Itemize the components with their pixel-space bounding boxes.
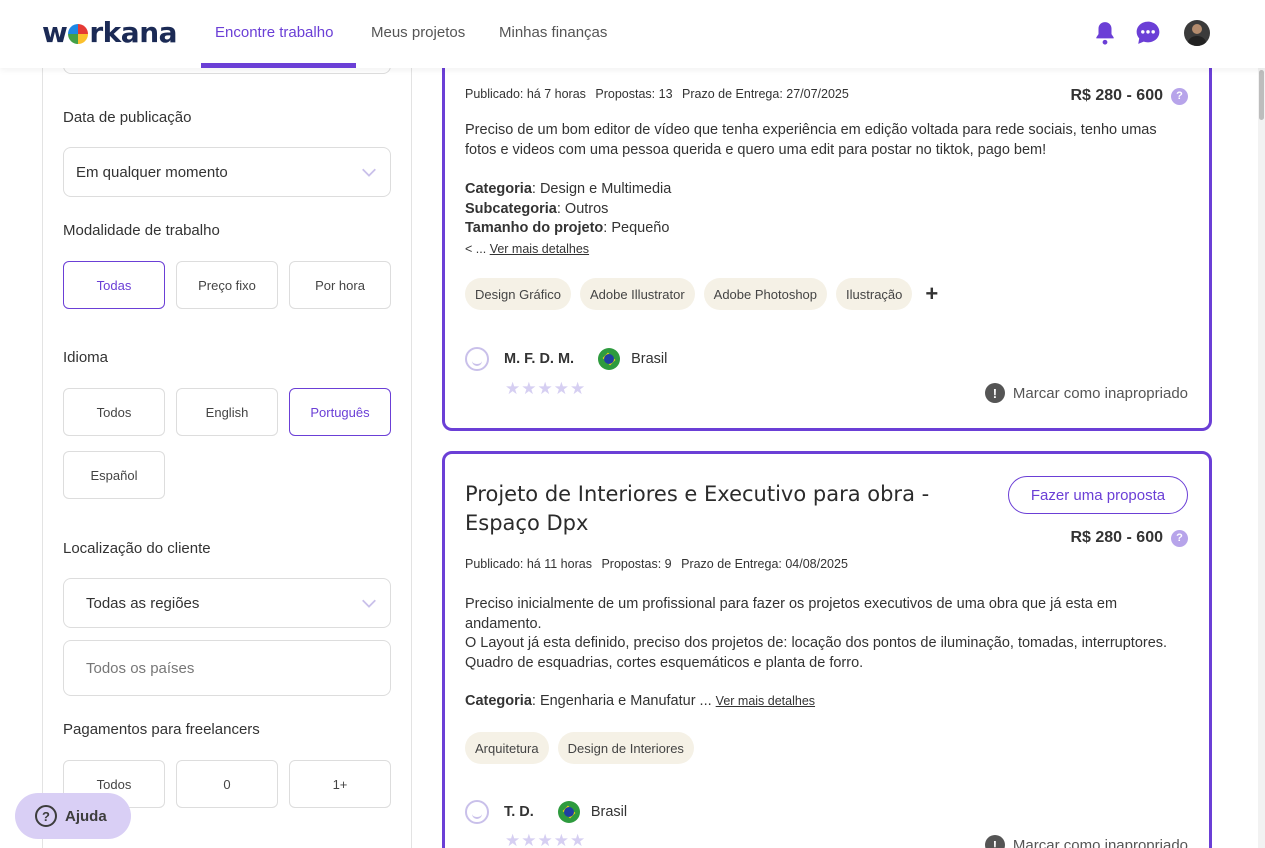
- client-info: M. F. D. M. Brasil: [465, 347, 667, 371]
- language-label: Idioma: [63, 349, 109, 366]
- project-meta: Publicado: há 11 horas Propostas: 9 Praz…: [465, 557, 854, 571]
- chevron-down-icon: [362, 599, 376, 608]
- skill-tag[interactable]: Design de Interiores: [557, 732, 694, 764]
- client-name: T. D.: [504, 804, 534, 820]
- project-title[interactable]: Projeto de Interiores e Executivo para o…: [465, 480, 955, 538]
- see-more-details-link[interactable]: Ver mais detalhes: [716, 694, 815, 708]
- language-english-button[interactable]: English: [176, 388, 278, 436]
- skill-tag[interactable]: Adobe Photoshop: [703, 278, 828, 310]
- page-scrollbar[interactable]: [1258, 68, 1265, 848]
- publication-date-label: Data de publicação: [63, 109, 192, 126]
- category-row: Categoria: Design e Multimedia: [465, 181, 672, 197]
- rating-stars: ★★★★★: [505, 831, 587, 848]
- report-inappropriate[interactable]: ! Marcar como inapropriado: [984, 383, 1188, 403]
- budget: R$ 280 - 600 ?: [1070, 529, 1188, 547]
- language-spanish-button[interactable]: Español: [63, 451, 165, 499]
- more-tags-icon[interactable]: +: [925, 281, 938, 307]
- payments-one-plus-button[interactable]: 1+: [289, 760, 391, 808]
- report-label: Marcar como inapropriado: [1012, 384, 1188, 402]
- project-description: Preciso de um bom editor de vídeo que te…: [465, 122, 1157, 158]
- country-input[interactable]: Todos os países: [63, 640, 391, 696]
- proposal-count: Propostas: 9: [601, 557, 672, 571]
- project-size-row: Tamanho do projeto: Pequeño: [465, 220, 670, 236]
- language-portuguese-button[interactable]: Português: [289, 388, 391, 436]
- project-meta: Publicado: há 7 horas Propostas: 13 Praz…: [465, 87, 855, 101]
- client-name: M. F. D. M.: [504, 351, 575, 367]
- freelancer-payments-label: Pagamentos para freelancers: [63, 721, 260, 738]
- nav-active-indicator: [201, 63, 356, 68]
- scrollbar-thumb[interactable]: [1259, 70, 1264, 120]
- help-button[interactable]: ? Ajuda: [15, 793, 131, 839]
- client-location-label: Localização do cliente: [63, 540, 211, 557]
- publication-date-value: Em qualquer momento: [76, 163, 228, 181]
- skill-tags: Arquitetura Design de Interiores: [465, 732, 694, 764]
- question-icon: ?: [35, 805, 57, 827]
- bell-icon[interactable]: [1092, 20, 1118, 46]
- client-avatar-icon: [465, 800, 489, 824]
- details-toggle[interactable]: < ... Ver mais detalhes: [465, 242, 589, 256]
- region-value: Todas as regiões: [86, 594, 200, 612]
- nav-my-projects[interactable]: Meus projetos: [371, 24, 465, 41]
- chevron-down-icon: [362, 168, 376, 177]
- report-label: Marcar como inapropriado: [1012, 836, 1188, 848]
- client-country: Brasil: [631, 351, 668, 367]
- help-label: Ajuda: [65, 807, 107, 825]
- work-modality-label: Modalidade de trabalho: [63, 222, 220, 239]
- publication-date-select[interactable]: Em qualquer momento: [63, 147, 391, 197]
- report-inappropriate[interactable]: ! Marcar como inapropriado: [984, 835, 1188, 848]
- info-icon[interactable]: ?: [1171, 87, 1188, 105]
- filters-sidebar: Data de publicação Em qualquer momento M…: [42, 58, 412, 848]
- project-card: Publicado: há 7 horas Propostas: 13 Praz…: [442, 18, 1212, 431]
- modality-all-button[interactable]: Todas: [63, 261, 165, 309]
- budget-value: R$ 280 - 600: [1070, 529, 1163, 546]
- client-info: T. D. Brasil: [465, 800, 627, 824]
- alert-icon: !: [984, 835, 1005, 848]
- modality-fixed-price-button[interactable]: Preço fixo: [176, 261, 278, 309]
- project-description: Preciso inicialmente de um profissional …: [465, 595, 1185, 673]
- description-line: O Layout já esta definido, preciso dos p…: [465, 635, 1168, 671]
- make-proposal-button[interactable]: Fazer uma proposta: [1008, 476, 1188, 514]
- delivery-deadline: Prazo de Entrega: 27/07/2025: [682, 87, 849, 101]
- chat-icon[interactable]: [1135, 20, 1161, 46]
- published-time: Publicado: há 7 horas: [465, 87, 586, 101]
- rating-stars: ★★★★★: [505, 379, 587, 398]
- skill-tag[interactable]: Adobe Illustrator: [579, 278, 695, 310]
- description-line: Preciso inicialmente de um profissional …: [465, 596, 1118, 632]
- skill-tag[interactable]: Ilustração: [836, 278, 913, 310]
- subcategory-row: Subcategoria: Outros: [465, 201, 609, 217]
- client-country: Brasil: [590, 804, 628, 820]
- workana-logo[interactable]: w rkana: [42, 16, 178, 49]
- published-time: Publicado: há 11 horas: [465, 557, 592, 571]
- modality-hourly-button[interactable]: Por hora: [289, 261, 391, 309]
- project-card: Projeto de Interiores e Executivo para o…: [442, 451, 1212, 848]
- logo-o-icon: [68, 24, 89, 44]
- delivery-deadline: Prazo de Entrega: 04/08/2025: [681, 557, 848, 571]
- top-header: w rkana Encontre trabalho Meus projetos M…: [0, 0, 1265, 68]
- client-avatar-icon: [465, 347, 489, 371]
- alert-icon: !: [984, 383, 1005, 403]
- category-row: Categoria: Engenharia e Manufatur ... Ve…: [465, 693, 816, 709]
- proposal-count: Propostas: 13: [595, 87, 673, 101]
- skill-tags: Design Gráfico Adobe Illustrator Adobe P…: [465, 278, 938, 310]
- see-more-details-link[interactable]: Ver mais detalhes: [490, 242, 589, 256]
- budget: R$ 280 - 600 ?: [1070, 87, 1188, 105]
- skill-tag[interactable]: Design Gráfico: [465, 278, 571, 310]
- user-avatar[interactable]: [1184, 20, 1210, 46]
- budget-value: R$ 280 - 600: [1070, 87, 1163, 104]
- info-icon[interactable]: ?: [1171, 529, 1188, 547]
- language-all-button[interactable]: Todos: [63, 388, 165, 436]
- region-select[interactable]: Todas as regiões: [63, 578, 391, 628]
- skill-tag[interactable]: Arquitetura: [465, 732, 549, 764]
- nav-my-finances[interactable]: Minhas finanças: [499, 24, 607, 41]
- brazil-flag-icon: [598, 348, 621, 370]
- brazil-flag-icon: [557, 801, 580, 823]
- payments-zero-button[interactable]: 0: [176, 760, 278, 808]
- nav-find-work[interactable]: Encontre trabalho: [215, 24, 333, 41]
